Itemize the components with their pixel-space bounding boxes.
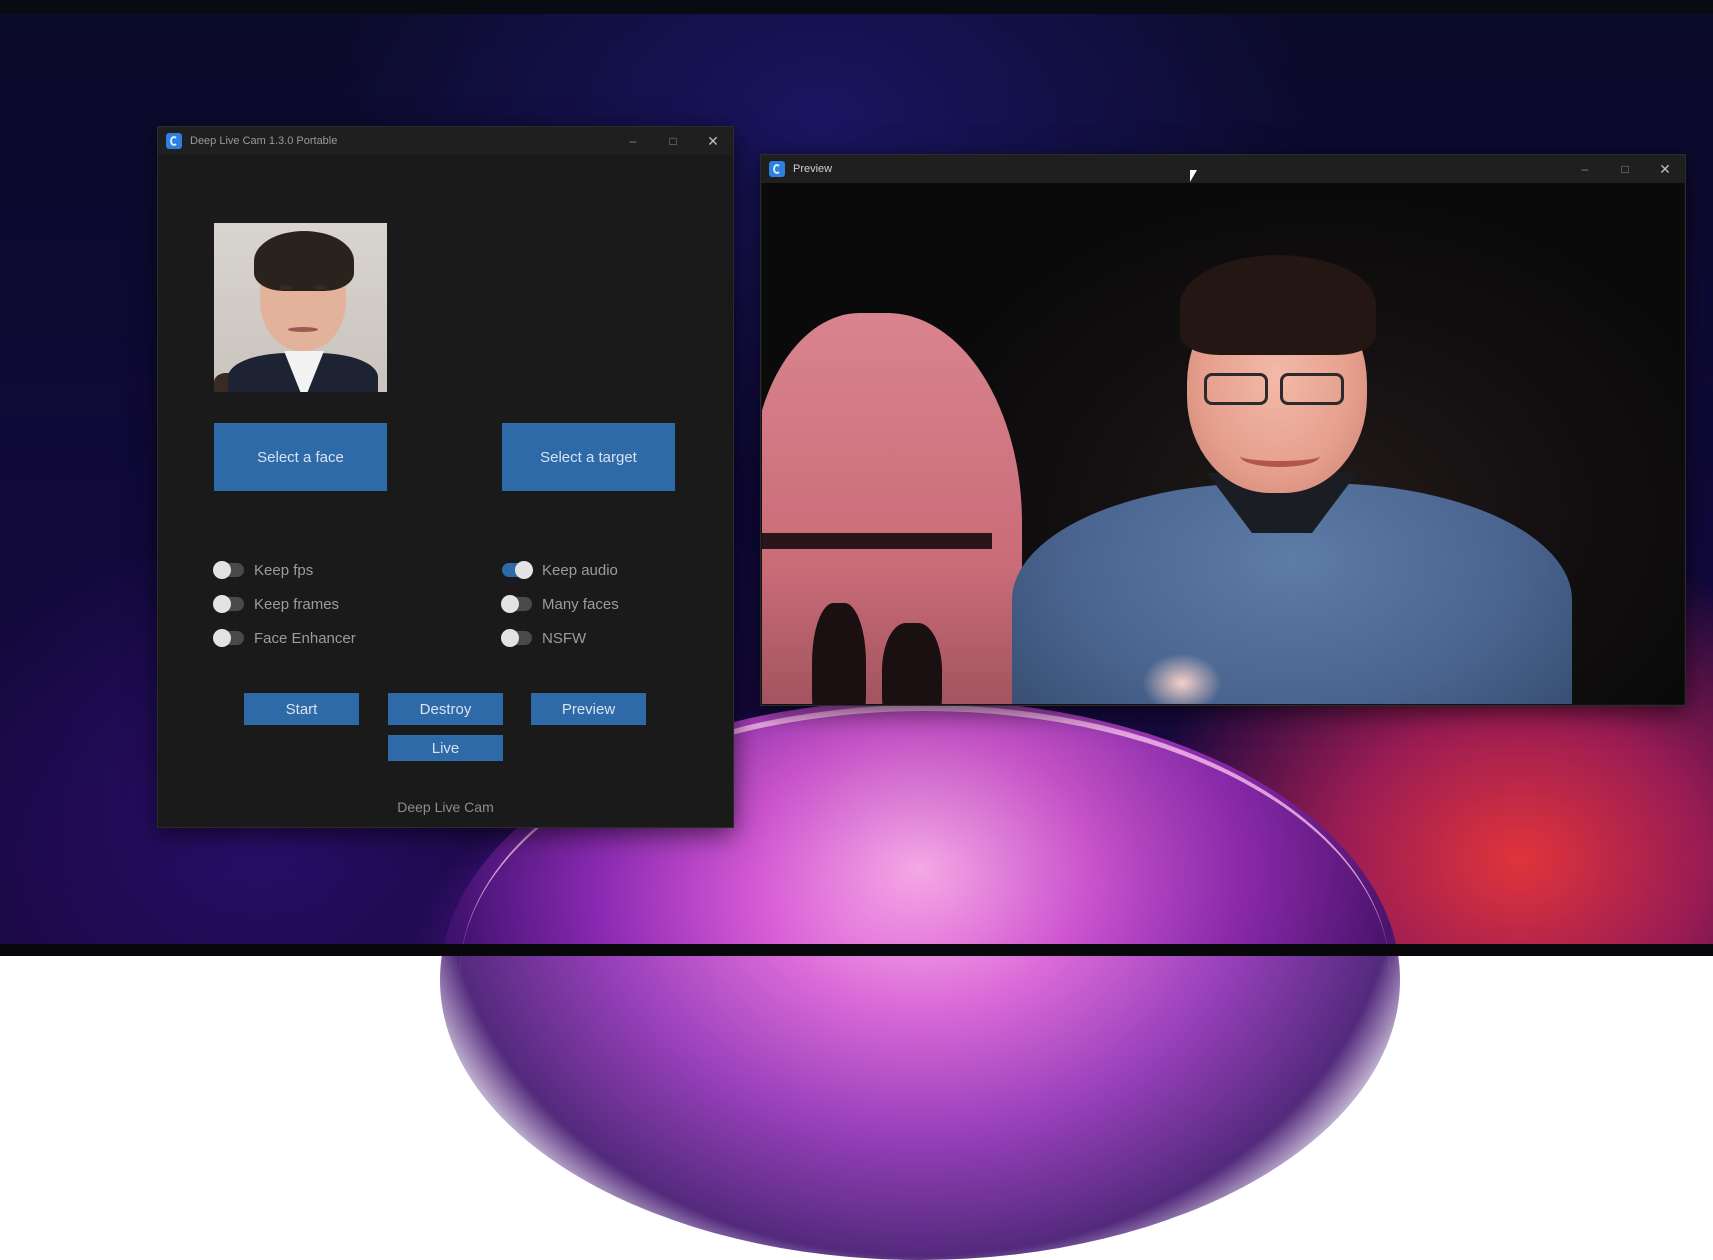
source-face-image (214, 223, 387, 392)
app-icon (166, 133, 182, 149)
toggle-keep-fps[interactable]: Keep fps (213, 560, 314, 580)
preview-window: Preview – □ ✕ (760, 154, 1686, 706)
phone-glow (1142, 653, 1222, 704)
toggle-switch[interactable] (502, 561, 533, 579)
close-button[interactable]: ✕ (693, 127, 733, 155)
chair-band (762, 533, 992, 549)
destroy-button[interactable]: Destroy (388, 693, 503, 725)
person-hair (1180, 255, 1376, 355)
glasses-left-lens (1204, 373, 1268, 405)
toggle-switch[interactable] (213, 595, 244, 613)
footer-label: Deep Live Cam (397, 799, 494, 815)
toggle-keep-frames[interactable]: Keep frames (213, 594, 340, 614)
face-image-mouth (288, 327, 318, 332)
bottom-edge (0, 944, 1713, 956)
app-icon (769, 161, 785, 177)
toggle-label: Keep audio (542, 561, 618, 579)
preview-chair (762, 313, 1022, 704)
toggle-switch[interactable] (213, 629, 244, 647)
mouse-cursor-icon (1190, 170, 1197, 182)
main-window-controls: – □ ✕ (613, 127, 733, 155)
start-button[interactable]: Start (244, 693, 359, 725)
preview-window-controls: – □ ✕ (1565, 155, 1685, 183)
face-image-eye (314, 285, 326, 290)
toggle-switch[interactable] (213, 561, 244, 579)
chair-hole (882, 623, 942, 704)
toggle-switch[interactable] (501, 595, 532, 613)
preview-button[interactable]: Preview (531, 693, 646, 725)
main-titlebar[interactable]: Deep Live Cam 1.3.0 Portable – □ ✕ (158, 127, 733, 155)
toggle-switch[interactable] (501, 629, 532, 647)
toggle-label: NSFW (542, 629, 587, 647)
toggle-label: Keep fps (254, 561, 314, 579)
preview-titlebar[interactable]: Preview – □ ✕ (761, 155, 1685, 183)
preview-window-title: Preview (793, 163, 833, 175)
top-edge (0, 0, 1713, 14)
select-face-button[interactable]: Select a face (214, 423, 387, 491)
main-window-title: Deep Live Cam 1.3.0 Portable (190, 135, 338, 147)
live-button[interactable]: Live (388, 735, 503, 761)
toggle-many-faces[interactable]: Many faces (501, 594, 619, 614)
minimize-button[interactable]: – (1565, 155, 1605, 183)
maximize-button[interactable]: □ (1605, 155, 1645, 183)
chair-hole (812, 603, 866, 704)
close-button[interactable]: ✕ (1645, 155, 1685, 183)
toggle-nsfw[interactable]: NSFW (501, 628, 587, 648)
toggle-label: Face Enhancer (254, 629, 356, 647)
toggle-keep-audio[interactable]: Keep audio (502, 560, 618, 580)
toggle-face-enhancer[interactable]: Face Enhancer (213, 628, 356, 648)
toggle-label: Keep frames (254, 595, 340, 613)
toggle-label: Many faces (542, 595, 619, 613)
main-window: Deep Live Cam 1.3.0 Portable – □ ✕ Selec… (157, 126, 734, 828)
live-preview-frame (762, 183, 1684, 704)
person-smile (1240, 445, 1320, 467)
glasses-right-lens (1280, 373, 1344, 405)
minimize-button[interactable]: – (613, 127, 653, 155)
select-target-button[interactable]: Select a target (502, 423, 675, 491)
maximize-button[interactable]: □ (653, 127, 693, 155)
face-image-eye (280, 285, 292, 290)
face-image-hair (254, 231, 354, 291)
